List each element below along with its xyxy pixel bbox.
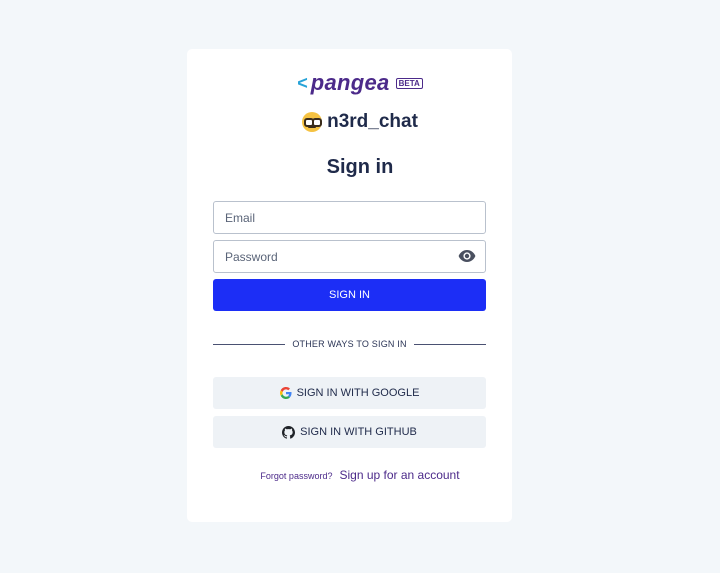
google-sign-in-button[interactable]: SIGN IN WITH GOOGLE bbox=[213, 377, 486, 409]
divider-line-left bbox=[213, 343, 286, 345]
password-input[interactable] bbox=[214, 241, 455, 272]
forgot-password-link[interactable]: Forgot password? bbox=[260, 471, 332, 481]
app-title: n3rd_chat bbox=[0, 111, 720, 133]
divider-label: OTHER WAYS TO SIGN IN bbox=[292, 339, 407, 349]
sign-up-link[interactable]: Sign up for an account bbox=[339, 468, 459, 482]
other-ways-divider: OTHER WAYS TO SIGN IN bbox=[213, 337, 487, 351]
eye-icon[interactable] bbox=[458, 249, 476, 263]
google-button-label: SIGN IN WITH GOOGLE bbox=[296, 387, 420, 399]
google-icon bbox=[279, 387, 292, 399]
logo-text: pangea bbox=[310, 70, 390, 95]
email-input[interactable] bbox=[214, 202, 455, 233]
github-button-label: SIGN IN WITH GITHUB bbox=[300, 426, 417, 438]
pangea-logo: < pangea BETA bbox=[0, 72, 720, 94]
app-name: n3rd_chat bbox=[327, 111, 418, 132]
nerd-face-icon bbox=[302, 112, 323, 132]
page-title: Sign in bbox=[326, 156, 394, 178]
github-sign-in-button[interactable]: SIGN IN WITH GITHUB bbox=[213, 416, 486, 448]
footer-links: Forgot password? Sign up for an account bbox=[0, 468, 720, 482]
email-field-wrapper bbox=[213, 201, 486, 234]
password-field-wrapper bbox=[213, 240, 486, 273]
sign-in-button-label: SIGN IN bbox=[329, 289, 370, 301]
beta-badge: BETA bbox=[395, 77, 423, 89]
divider-line-right bbox=[413, 343, 487, 345]
chevron-left-icon: < bbox=[297, 73, 308, 93]
sign-in-button[interactable]: SIGN IN bbox=[213, 279, 486, 311]
github-icon bbox=[282, 425, 296, 439]
